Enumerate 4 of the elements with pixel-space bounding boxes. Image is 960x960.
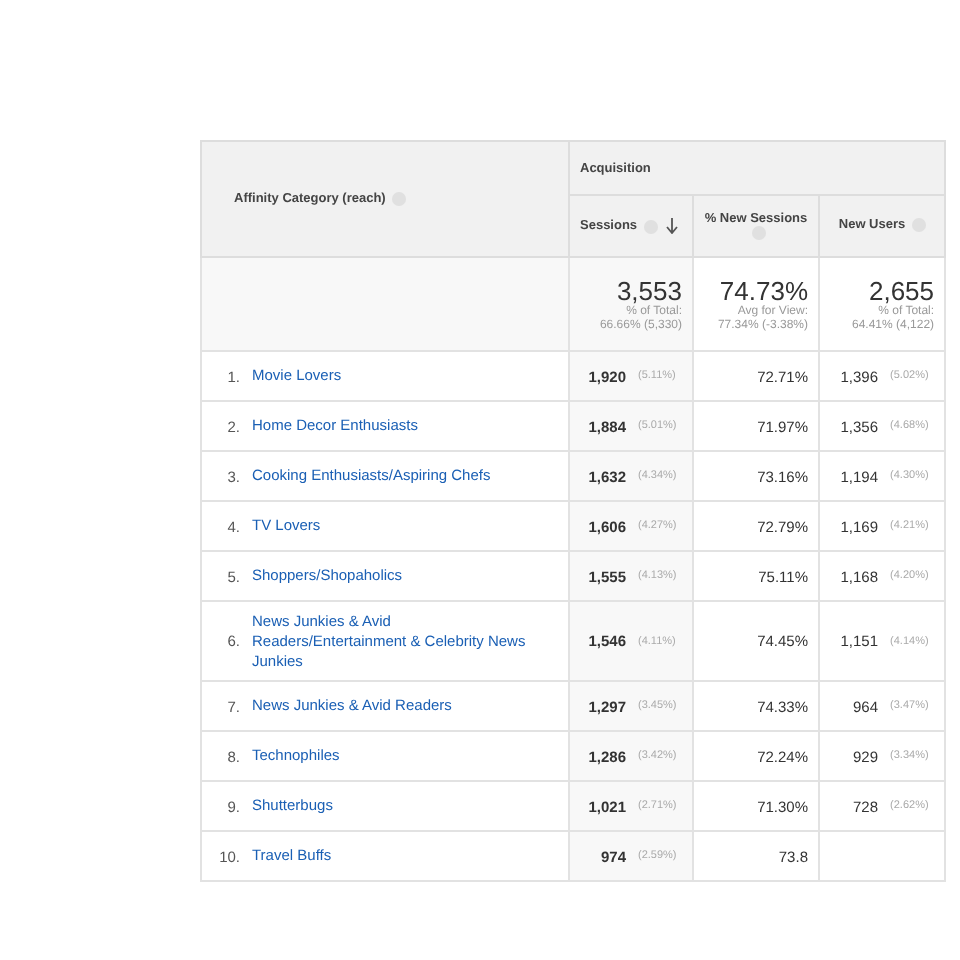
total-value: 74.73% <box>717 275 808 306</box>
total-value: 3,553 <box>614 275 682 306</box>
sort-descending-icon[interactable] <box>665 218 678 234</box>
total-value: 2,655 <box>866 275 935 306</box>
